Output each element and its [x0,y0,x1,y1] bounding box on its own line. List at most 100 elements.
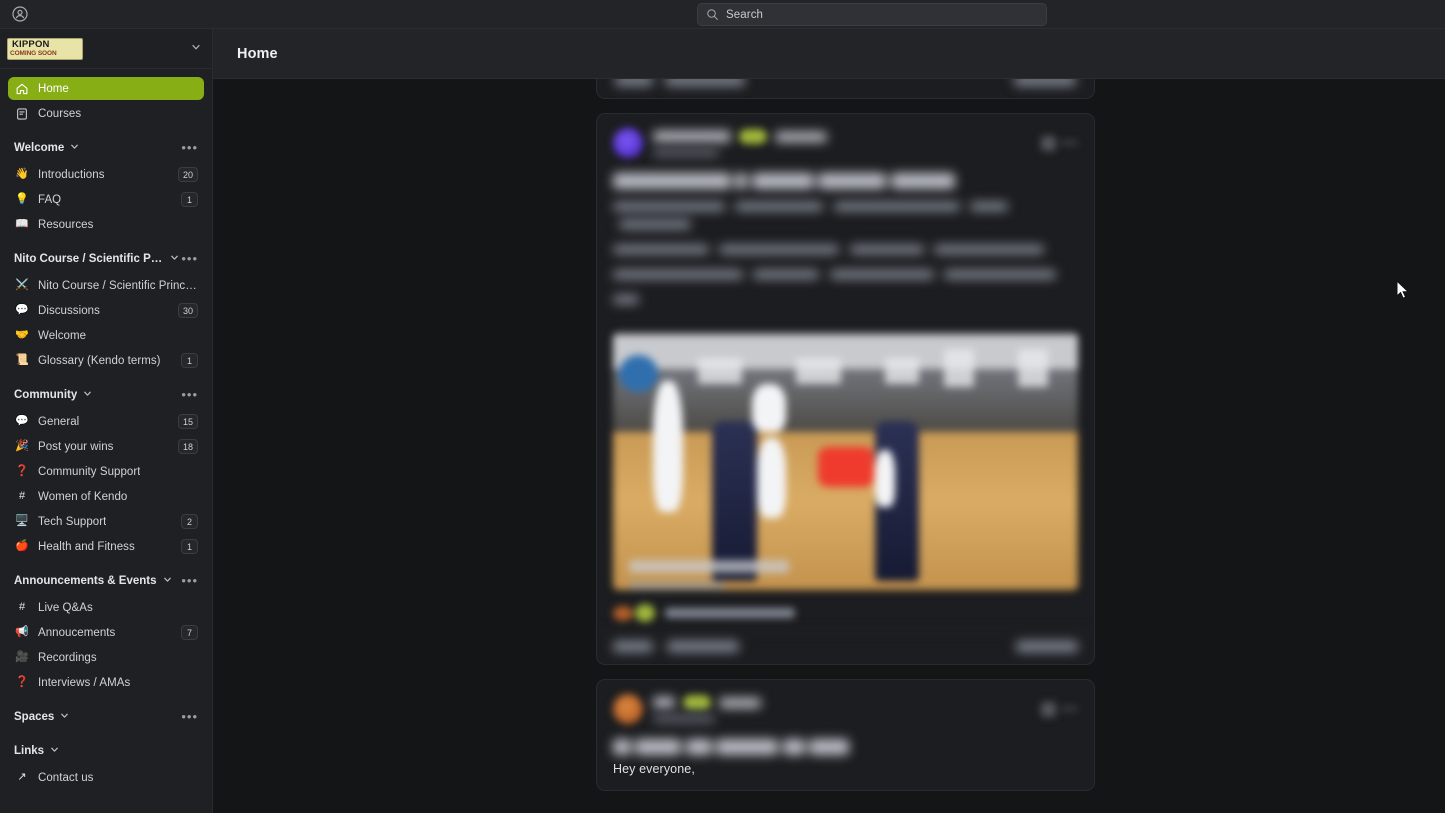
sidebar-item-label: Discussions [38,304,100,317]
feed-scroll-area[interactable]: ••• ••• Hey everyone, [213,79,1445,813]
post-menu-icon[interactable]: ••• [1061,702,1078,715]
sidebar-section-label: Announcements & Events [14,575,157,587]
sidebar-item-glossary-kendo-terms[interactable]: 📜 Glossary (Kendo terms) 1 [8,349,204,372]
sidebar-item-resources[interactable]: 📖 Resources [8,213,204,236]
sidebar-item-tech-support[interactable]: 🖥️ Tech Support 2 [8,510,204,533]
party-emoji: 🎉 [15,440,29,452]
author-name[interactable] [653,131,731,142]
post-title[interactable] [597,164,1094,194]
sidebar-item-live-q-as[interactable]: # Live Q&As [8,596,204,619]
post-card-previous-partial[interactable] [596,79,1095,99]
post-timestamp [653,714,715,723]
share-action[interactable] [1016,641,1078,652]
ellipsis-icon[interactable]: ••• [181,141,198,154]
chevron-down-icon[interactable] [82,386,93,404]
speech-emoji: 💬 [15,415,29,427]
apple-emoji: 🍎 [15,540,29,552]
sidebar-item-health-and-fitness[interactable]: 🍎 Health and Fitness 1 [8,535,204,558]
sidebar-item-introductions[interactable]: 👋 Introductions 20 [8,163,204,186]
sidebar-section-links[interactable]: Links [8,740,204,762]
like-action[interactable] [615,79,653,86]
chevron-down-icon[interactable] [190,40,202,58]
post-media-video-thumbnail[interactable] [613,332,1078,590]
sidebar-section-label: Links [14,745,45,757]
sidebar-section-label: Welcome [14,142,65,154]
sidebar-section-nito-course-scientific-princi[interactable]: Nito Course / Scientific Princi... ••• [8,248,204,270]
sidebar-section-welcome[interactable]: Welcome ••• [8,137,204,159]
sidebar-item-contact-us[interactable]: ↗ Contact us [8,766,204,789]
sidebar-item-women-of-kendo[interactable]: # Women of Kendo [8,485,204,508]
home-icon [14,81,30,97]
feed-column: ••• ••• Hey everyone, [596,79,1095,805]
sidebar-item-recordings[interactable]: 🎥 Recordings [8,646,204,669]
space-name[interactable] [775,131,827,142]
comment-action[interactable] [667,641,739,652]
comment-action[interactable] [665,79,745,86]
search-icon [707,9,718,20]
sidebar-item-home[interactable]: Home [8,77,204,100]
sidebar-section-label: Spaces [14,711,55,723]
reaction-summary[interactable] [665,608,795,618]
unread-badge: 20 [177,167,198,182]
workspace-logo[interactable]: KIPPON COMING SOON [7,37,83,60]
sidebar-item-welcome[interactable]: 🤝 Welcome [8,324,204,347]
unread-badge: 7 [181,625,198,640]
sidebar-section-community[interactable]: Community ••• [8,384,204,406]
unread-badge: 1 [181,192,198,207]
unread-badge: 15 [177,414,198,429]
sidebar-nav[interactable]: Home Courses Welcome ••• 👋 Introductions 20 💡 FA… [0,69,212,813]
sidebar-item-faq[interactable]: 💡 FAQ 1 [8,188,204,211]
search-bar[interactable] [697,3,1047,26]
chevron-down-icon[interactable] [49,742,60,760]
bookmark-icon[interactable] [1041,701,1057,717]
avatar[interactable] [613,128,643,158]
chevron-down-icon[interactable] [59,708,70,726]
post-card[interactable]: ••• [596,113,1095,665]
chevron-down-icon[interactable] [69,139,80,157]
like-action[interactable] [613,641,653,652]
post-actions[interactable] [597,79,1094,98]
sidebar: KIPPON COMING SOON Home Courses Welcome •••… [0,29,213,813]
handshake-emoji: 🤝 [15,329,29,341]
sidebar-item-courses[interactable]: Courses [8,102,204,125]
main-content: Home ••• ••• Hey everyone, [213,29,1445,813]
sidebar-section-label: Nito Course / Scientific Princi... [14,253,164,265]
ellipsis-icon[interactable]: ••• [181,252,198,265]
ellipsis-icon[interactable]: ••• [181,574,198,587]
sidebar-item-discussions[interactable]: 💬 Discussions 30 [8,299,204,322]
sidebar-item-post-your-wins[interactable]: 🎉 Post your wins 18 [8,435,204,458]
sidebar-item-nito-course-scientific-principles-o[interactable]: ⚔️ Nito Course / Scientific Principles o.… [8,274,204,297]
search-input[interactable] [726,8,1038,21]
space-name[interactable] [719,697,761,708]
sidebar-item-community-support[interactable]: ❓ Community Support [8,460,204,483]
external-link-icon: ↗ [17,771,27,783]
post-action-bar[interactable] [597,630,1094,664]
unread-badge: 1 [181,353,198,368]
avatar[interactable] [613,694,643,724]
post-menu-icon[interactable]: ••• [1061,136,1078,149]
ellipsis-icon[interactable]: ••• [181,388,198,401]
book-emoji: 📖 [15,218,29,230]
sidebar-section-spaces[interactable]: Spaces ••• [8,706,204,728]
chevron-down-icon[interactable] [169,250,180,268]
sidebar-item-general[interactable]: 💬 General 15 [8,410,204,433]
sidebar-item-annoucements[interactable]: 📢 Annoucements 7 [8,621,204,644]
sidebar-item-interviews-amas[interactable]: ❓ Interviews / AMAs [8,671,204,694]
sidebar-item-label: General [38,415,80,428]
author-name[interactable] [653,697,675,708]
sidebar-item-label: Nito Course / Scientific Principles o... [38,279,198,292]
reactor-avatar [613,605,633,621]
sidebar-item-label: Courses [38,107,82,120]
ellipsis-icon[interactable]: ••• [181,710,198,723]
circle-user-icon[interactable] [11,5,29,23]
post-reactions[interactable] [597,598,1094,630]
sidebar-item-label: Recordings [38,651,97,664]
post-card[interactable]: ••• Hey everyone, [596,679,1095,791]
chevron-down-icon[interactable] [162,572,173,590]
sidebar-item-label: Women of Kendo [38,490,128,503]
sidebar-section-announcements-events[interactable]: Announcements & Events ••• [8,570,204,592]
bookmark-icon[interactable] [1041,135,1057,151]
post-title[interactable] [597,730,1094,760]
workspace-switcher[interactable]: KIPPON COMING SOON [0,29,212,69]
top-bar [0,0,1445,29]
